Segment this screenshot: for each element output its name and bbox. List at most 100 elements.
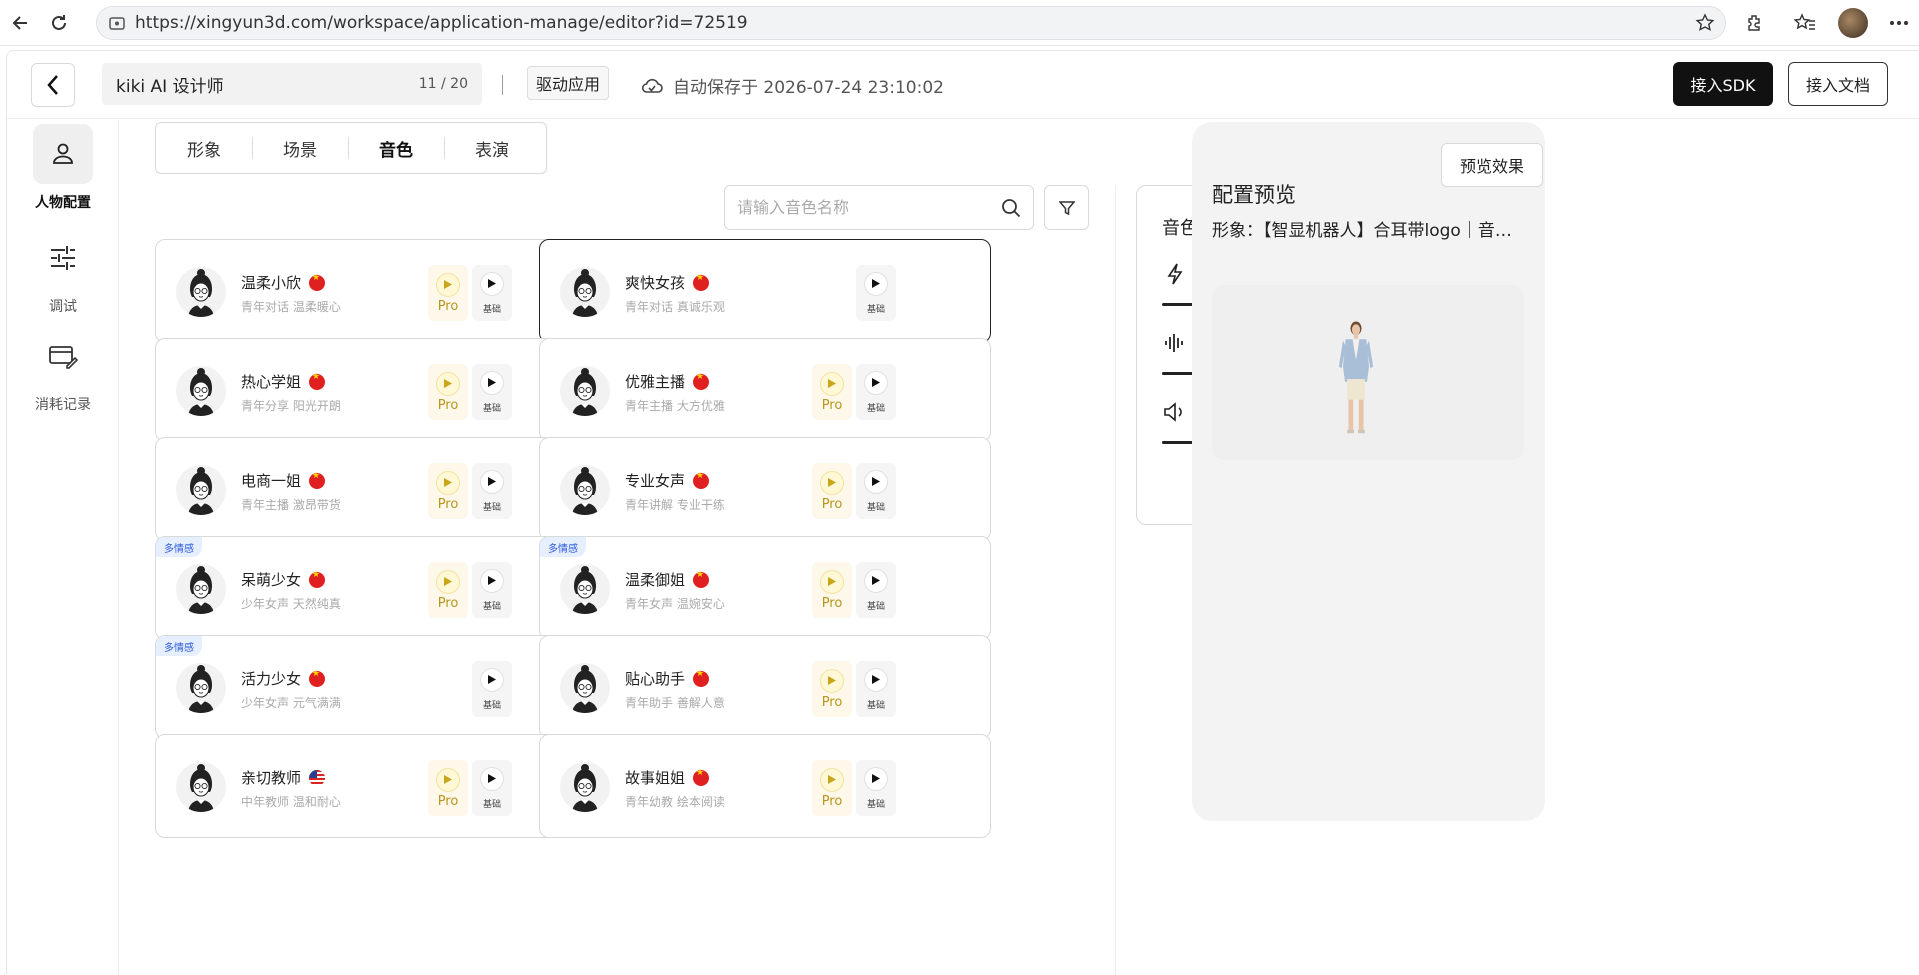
panel-divider <box>1115 185 1116 975</box>
voice-description: 中年教师 温和耐心 <box>241 795 341 809</box>
url-text: https://xingyun3d.com/workspace/applicat… <box>135 13 748 33</box>
avatar-preview-stage <box>1212 285 1524 460</box>
play-pro-button[interactable]: Pro <box>428 364 468 420</box>
sliders-icon <box>33 228 93 288</box>
voice-avatar <box>560 465 610 515</box>
voice-card[interactable]: 贴心助手青年助手 善解人意 Pro 基础 <box>539 635 991 739</box>
pro-label: Pro <box>821 793 843 809</box>
voice-description: 青年讲解 专业干练 <box>625 498 725 512</box>
sidebar-item-usage-records[interactable]: 消耗记录 <box>7 326 119 414</box>
play-basic-button[interactable]: 基础 <box>472 364 512 420</box>
play-pro-button[interactable]: Pro <box>812 463 852 519</box>
tab-appearance[interactable]: 形象 <box>156 136 252 161</box>
config-preview-panel: 预览效果 配置预览 形象：【智显机器人】合耳带logo｜音色：爽快女孩 <box>1192 122 1545 821</box>
play-icon <box>436 569 460 594</box>
play-pro-button[interactable]: Pro <box>428 265 468 321</box>
sidebar-item-character-config[interactable]: 人物配置 <box>7 124 119 212</box>
search-input[interactable] <box>737 198 1001 217</box>
play-basic-button[interactable]: 基础 <box>856 364 896 420</box>
filter-icon <box>1058 200 1075 215</box>
play-basic-button[interactable]: 基础 <box>472 661 512 717</box>
basic-label: 基础 <box>866 601 885 612</box>
tab-scene[interactable]: 场景 <box>252 136 348 161</box>
play-icon <box>820 470 844 495</box>
doc-access-button[interactable]: 接入文档 <box>1788 62 1888 106</box>
voice-card[interactable]: 多情感温柔御姐青年女声 温婉安心 Pro 基础 <box>539 536 991 640</box>
app-window: kiki AI 设计师 11 / 20 驱动应用 自动保存于 2026-07-2… <box>6 50 1919 975</box>
play-pro-button[interactable]: Pro <box>812 760 852 816</box>
play-basic-button[interactable]: 基础 <box>856 661 896 717</box>
preview-effect-button[interactable]: 预览效果 <box>1441 143 1543 187</box>
play-pro-button[interactable]: Pro <box>812 562 852 618</box>
voice-name-row: 电商一姐 <box>241 470 326 491</box>
play-basic-button[interactable]: 基础 <box>472 562 512 618</box>
voice-name: 热心学姐 <box>241 373 302 391</box>
play-pro-button[interactable]: Pro <box>812 661 852 717</box>
tab-performance[interactable]: 表演 <box>444 136 540 161</box>
basic-label: 基础 <box>482 601 501 612</box>
sidebar-item-debug[interactable]: 调试 <box>7 228 119 316</box>
china-flag-icon <box>693 273 710 291</box>
reload-icon[interactable] <box>46 10 72 36</box>
voice-name: 温柔御姐 <box>625 571 686 589</box>
favorites-icon[interactable] <box>1790 8 1820 38</box>
play-basic-button[interactable]: 基础 <box>856 562 896 618</box>
more-menu-icon[interactable] <box>1884 8 1914 38</box>
play-icon <box>480 469 504 494</box>
voice-avatar <box>176 366 226 416</box>
voice-card[interactable]: 故事姐姐青年幼教 绘本阅读 Pro 基础 <box>539 734 991 838</box>
play-icon <box>480 370 504 395</box>
bookmark-star-icon[interactable] <box>1695 13 1715 33</box>
basic-label: 基础 <box>866 502 885 513</box>
basic-label: 基础 <box>866 799 885 810</box>
search-icon[interactable] <box>1001 198 1021 218</box>
pro-label: Pro <box>437 298 459 314</box>
voice-description: 少年女声 元气满满 <box>241 696 341 710</box>
play-pro-button[interactable]: Pro <box>428 463 468 519</box>
voice-description: 青年幼教 绘本阅读 <box>625 795 725 809</box>
preview-summary: 形象：【智显机器人】合耳带logo｜音色：爽快女孩 <box>1212 221 1527 241</box>
back-arrow-icon[interactable] <box>8 10 34 36</box>
play-basic-button[interactable]: 基础 <box>856 463 896 519</box>
app-name-field[interactable]: kiki AI 设计师 11 / 20 <box>102 63 482 105</box>
pro-label: Pro <box>437 397 459 413</box>
play-basic-button[interactable]: 基础 <box>472 760 512 816</box>
pro-label: Pro <box>821 397 843 413</box>
address-bar[interactable]: https://xingyun3d.com/workspace/applicat… <box>96 6 1726 40</box>
play-basic-button[interactable]: 基础 <box>472 463 512 519</box>
filter-button[interactable] <box>1044 185 1089 230</box>
play-icon <box>864 667 888 692</box>
voice-card[interactable]: 爽快女孩青年对话 真诚乐观 基础 <box>539 239 991 343</box>
app-header: kiki AI 设计师 11 / 20 驱动应用 自动保存于 2026-07-2… <box>7 51 1919 119</box>
voice-avatar <box>560 762 610 812</box>
preview-title: 配置预览 <box>1212 183 1296 207</box>
voice-avatar <box>560 366 610 416</box>
waveform-icon <box>1162 330 1188 356</box>
voice-card[interactable]: 专业女声青年讲解 专业干练 Pro 基础 <box>539 437 991 541</box>
extensions-icon[interactable] <box>1740 8 1770 38</box>
play-basic-button[interactable]: 基础 <box>856 760 896 816</box>
play-pro-button[interactable]: Pro <box>428 562 468 618</box>
back-button[interactable] <box>31 63 75 107</box>
voice-name: 故事姐姐 <box>625 769 686 787</box>
sidebar-label: 消耗记录 <box>35 397 91 413</box>
voice-avatar <box>176 267 226 317</box>
voice-search <box>724 185 1034 230</box>
play-icon <box>436 470 460 495</box>
sdk-access-button[interactable]: 接入SDK <box>1673 62 1773 106</box>
play-pro-button[interactable]: Pro <box>428 760 468 816</box>
play-basic-button[interactable]: 基础 <box>472 265 512 321</box>
profile-avatar[interactable] <box>1838 8 1868 38</box>
site-info-icon[interactable] <box>109 15 125 31</box>
voice-name-row: 故事姐姐 <box>625 767 710 788</box>
name-char-count: 11 / 20 <box>418 76 468 92</box>
play-pro-button[interactable]: Pro <box>812 364 852 420</box>
voice-card[interactable]: 优雅主播青年主播 大方优雅 Pro 基础 <box>539 338 991 442</box>
play-icon <box>480 568 504 593</box>
tab-voice[interactable]: 音色 <box>348 136 444 161</box>
play-icon <box>436 767 460 792</box>
basic-label: 基础 <box>482 304 501 315</box>
left-sidebar: 人物配置 调试 消耗记录 <box>7 120 119 975</box>
voice-description: 青年分享 阳光开朗 <box>241 399 341 413</box>
play-basic-button[interactable]: 基础 <box>856 265 896 321</box>
